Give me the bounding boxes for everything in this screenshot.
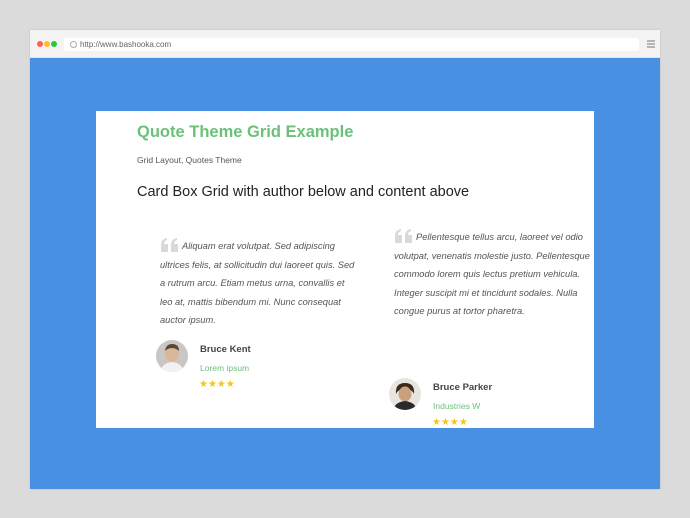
hamburger-menu-icon[interactable] bbox=[647, 40, 655, 48]
page-title: Quote Theme Grid Example bbox=[137, 123, 354, 141]
quote-text: Pellentesque tellus arcu, laoreet vel od… bbox=[394, 232, 590, 317]
quote-card: Aliquam erat volutpat. Sed adipiscing ul… bbox=[160, 237, 356, 330]
quote-mark-icon bbox=[161, 238, 178, 252]
author-name: Bruce Kent bbox=[200, 344, 251, 355]
close-window-icon[interactable] bbox=[37, 41, 43, 47]
minimize-window-icon[interactable] bbox=[44, 41, 50, 47]
maximize-window-icon[interactable] bbox=[51, 41, 57, 47]
browser-window: http://www.bashooka.com Quote Theme Grid… bbox=[30, 30, 660, 489]
quote-card: Pellentesque tellus arcu, laoreet vel od… bbox=[394, 228, 590, 321]
avatar bbox=[389, 378, 421, 410]
content-card: Quote Theme Grid Example Grid Layout, Qu… bbox=[96, 111, 594, 428]
section-heading: Card Box Grid with author below and cont… bbox=[137, 184, 470, 200]
address-bar[interactable]: http://www.bashooka.com bbox=[64, 38, 639, 51]
star-rating: ★★★★ bbox=[199, 379, 235, 390]
page-info-icon bbox=[70, 41, 77, 48]
author-name: Bruce Parker bbox=[433, 382, 493, 393]
author-role: Industries W bbox=[433, 401, 481, 411]
quote-mark-icon bbox=[395, 229, 412, 243]
quote-text: Aliquam erat volutpat. Sed adipiscing ul… bbox=[160, 241, 355, 326]
address-bar-url: http://www.bashooka.com bbox=[80, 40, 172, 49]
author-role: Lorem ipsum bbox=[200, 363, 250, 373]
star-rating: ★★★★ bbox=[432, 417, 468, 428]
browser-toolbar: http://www.bashooka.com bbox=[30, 30, 660, 58]
avatar bbox=[156, 340, 188, 372]
page-subtitle: Grid Layout, Quotes Theme bbox=[137, 155, 242, 165]
